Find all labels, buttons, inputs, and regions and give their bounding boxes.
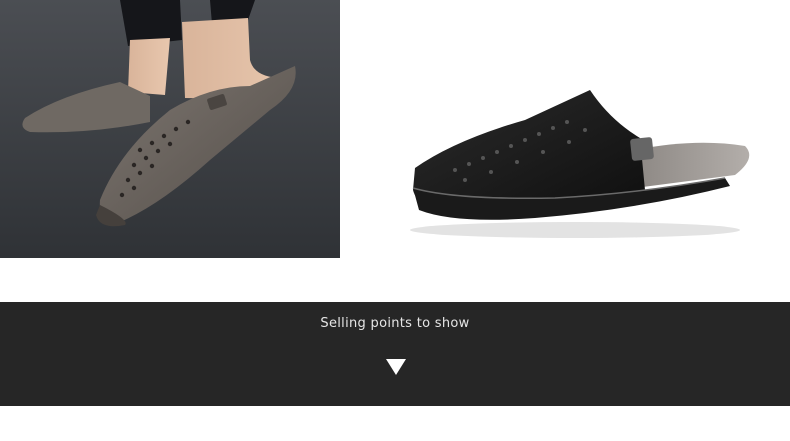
banner-title: Selling points to show [320, 316, 470, 331]
photo-product-slipper [395, 60, 765, 250]
photo-worn-slipper [0, 0, 340, 258]
triangle-down-icon [386, 359, 406, 375]
